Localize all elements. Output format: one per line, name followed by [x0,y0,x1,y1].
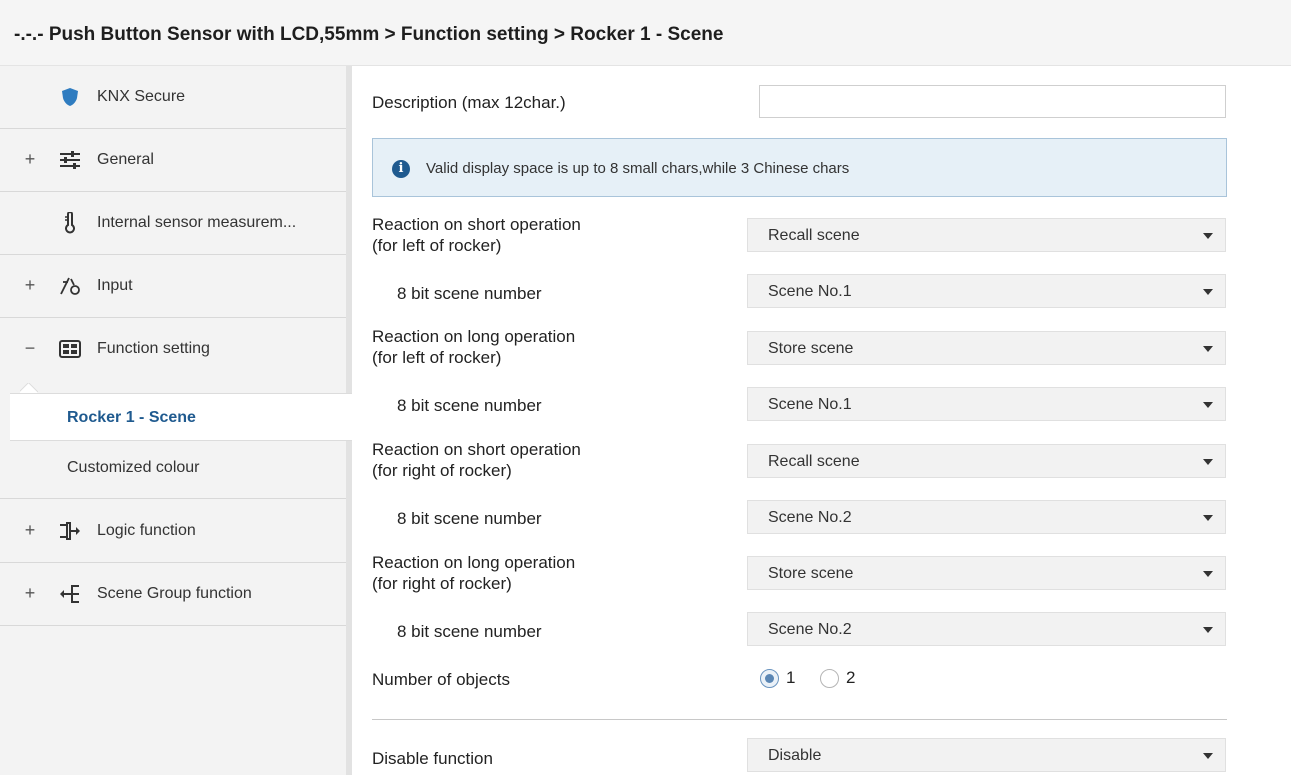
expand-icon[interactable]: + [22,583,38,603]
breadcrumb: -.-.- Push Button Sensor with LCD,55mm >… [14,24,724,45]
radio-label: 1 [786,668,796,687]
chevron-down-icon [1203,753,1213,759]
dropdown-disable-function[interactable]: Disable [747,738,1226,772]
shield-icon [57,85,83,109]
param-label-line: Reaction on long operation [372,327,576,346]
info-box: i Valid display space is up to 8 small c… [372,138,1227,197]
chevron-down-icon [1203,515,1213,521]
sidebar-item-general[interactable]: + General [0,129,346,192]
dropdown-value: Scene No.1 [768,396,852,413]
info-icon: i [392,160,410,178]
param-label-line: Reaction on long operation [372,553,576,572]
expand-icon[interactable]: + [22,149,38,169]
sidebar-subitem-customized-colour[interactable]: Customized colour [0,444,346,499]
sidebar-item-logic-function[interactable]: + Logic function [0,500,346,563]
param-label-line: (for right of rocker) [372,461,512,480]
selection-notch [20,383,38,393]
description-label: Description (max 12char.) [372,93,566,112]
dropdown-scene-number-1[interactable]: Scene No.1 [747,274,1226,308]
logic-icon [57,519,83,543]
chevron-down-icon [1203,627,1213,633]
disable-label: Disable function [372,749,493,768]
title-bar: -.-.- Push Button Sensor with LCD,55mm >… [0,0,1291,66]
sidebar-item-label: Logic function [97,522,196,539]
chevron-down-icon [1203,571,1213,577]
param-label-long-right: Reaction on long operation (for right of… [372,552,575,594]
sidebar-item-internal-sensor[interactable]: Internal sensor measurem... [0,192,346,255]
expand-icon[interactable]: + [22,520,38,540]
dropdown-value: Scene No.2 [768,621,852,638]
radio-circle [820,669,839,688]
param-label-line: Reaction on short operation [372,215,581,234]
dropdown-scene-number-2[interactable]: Scene No.1 [747,387,1226,421]
sidebar-subitem-rocker-1-scene[interactable]: Rocker 1 - Scene [10,393,352,441]
sidebar-item-scene-group-function[interactable]: + Scene Group function [0,563,346,626]
param-label-scene-number-2: 8 bit scene number [397,396,542,415]
chevron-down-icon [1203,459,1213,465]
sidebar-item-input[interactable]: + Input [0,255,346,318]
sidebar-subitem-label: Customized colour [67,459,200,476]
parameter-panel: Description (max 12char.) i Valid displa… [352,66,1291,775]
sidebar-item-knx-secure[interactable]: KNX Secure [0,66,346,129]
sidebar: KNX Secure + General Internal sensor mea… [0,66,352,775]
dropdown-value: Scene No.2 [768,509,852,526]
param-label-line: (for left of rocker) [372,236,502,255]
input-icon [57,274,83,298]
divider [372,719,1227,720]
sidebar-item-label: KNX Secure [97,88,186,105]
sidebar-item-label: Scene Group function [97,585,252,602]
dropdown-short-left[interactable]: Recall scene [747,218,1226,252]
info-text: Valid display space is up to 8 small cha… [426,160,850,177]
objects-label: Number of objects [372,670,510,689]
sidebar-item-label: Internal sensor measurem... [97,214,297,231]
dropdown-value: Recall scene [768,453,860,470]
chevron-down-icon [1203,289,1213,295]
chevron-down-icon [1203,346,1213,352]
sliders-icon [57,148,83,172]
collapse-icon[interactable]: − [22,338,38,358]
dropdown-value: Disable [768,747,822,764]
sidebar-subitem-label: Rocker 1 - Scene [67,409,196,426]
dropdown-scene-number-3[interactable]: Scene No.2 [747,500,1226,534]
dropdown-scene-number-4[interactable]: Scene No.2 [747,612,1226,646]
chevron-down-icon [1203,233,1213,239]
param-label-short-left: Reaction on short operation (for left of… [372,214,581,256]
param-label-short-right: Reaction on short operation (for right o… [372,439,581,481]
thermometer-icon [57,211,83,235]
sidebar-item-label: General [97,151,154,168]
description-input[interactable] [759,85,1226,118]
param-label-line: (for right of rocker) [372,574,512,593]
dropdown-value: Recall scene [768,227,860,244]
param-label-scene-number-4: 8 bit scene number [397,622,542,641]
dropdown-value: Store scene [768,340,854,357]
sidebar-item-function-setting[interactable]: − Function setting [0,318,346,381]
sidebar-item-label: Function setting [97,340,210,357]
param-label-scene-number-3: 8 bit scene number [397,509,542,528]
param-label-line: (for left of rocker) [372,348,502,367]
expand-icon[interactable]: + [22,275,38,295]
dropdown-short-right[interactable]: Recall scene [747,444,1226,478]
param-label-line: Reaction on short operation [372,440,581,459]
dropdown-long-right[interactable]: Store scene [747,556,1226,590]
grid-icon [57,337,83,361]
dropdown-long-left[interactable]: Store scene [747,331,1226,365]
radio-circle [760,669,779,688]
radio-label: 2 [846,668,856,687]
dropdown-value: Store scene [768,565,854,582]
sidebar-item-label: Input [97,277,133,294]
param-label-scene-number-1: 8 bit scene number [397,284,542,303]
chevron-down-icon [1203,402,1213,408]
param-label-long-left: Reaction on long operation (for left of … [372,326,575,368]
scene-group-icon [57,582,83,606]
dropdown-value: Scene No.1 [768,283,852,300]
